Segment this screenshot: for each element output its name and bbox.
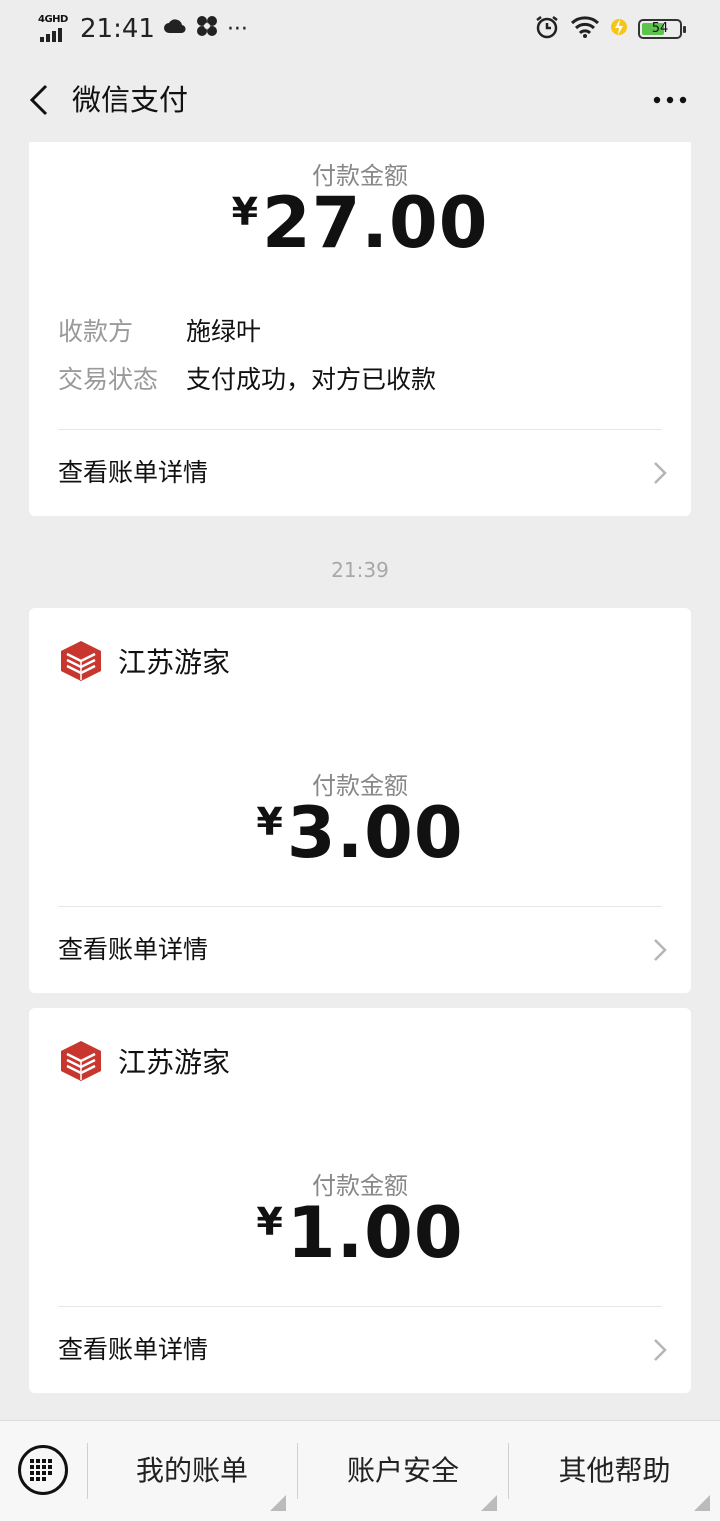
status-time: 21:41 bbox=[80, 14, 155, 44]
merchant-logo-icon bbox=[61, 641, 101, 681]
view-bill-details-link[interactable]: 查看账单详情 bbox=[29, 1307, 691, 1393]
status-value: 支付成功，对方已收款 bbox=[186, 365, 437, 394]
status-bar: 4GHD 21:41 ··· 54 bbox=[0, 0, 720, 58]
back-button[interactable] bbox=[22, 80, 62, 120]
amount-value: 27.00 bbox=[262, 182, 489, 264]
merchant-name: 江苏游家 bbox=[118, 1046, 231, 1079]
detail-link-label: 查看账单详情 bbox=[58, 935, 209, 964]
currency-symbol: ¥ bbox=[256, 1200, 283, 1244]
menu-account-security[interactable]: 账户安全 bbox=[298, 1421, 508, 1521]
cloud-icon bbox=[163, 16, 187, 42]
status-left: 4GHD 21:41 ··· bbox=[38, 10, 248, 48]
view-bill-details-link[interactable]: 查看账单详情 bbox=[29, 430, 691, 516]
message-timestamp: 21:39 bbox=[331, 558, 389, 582]
chevron-right-icon bbox=[654, 462, 667, 484]
detail-link-label: 查看账单详情 bbox=[58, 1335, 209, 1364]
alarm-icon bbox=[534, 14, 560, 44]
pinwheel-icon bbox=[195, 14, 219, 44]
payment-amount: ¥27.00 bbox=[29, 182, 691, 264]
more-button[interactable] bbox=[650, 80, 690, 120]
view-bill-details-link[interactable]: 查看账单详情 bbox=[29, 907, 691, 993]
payment-amount: ¥3.00 bbox=[29, 792, 691, 874]
amount-value: 3.00 bbox=[286, 792, 464, 874]
payment-card: 江苏游家 付款金额 ¥3.00 查看账单详情 bbox=[29, 608, 691, 993]
payee-row: 收款方 施绿叶 bbox=[58, 312, 261, 348]
charging-icon bbox=[610, 15, 628, 43]
payment-amount: ¥1.00 bbox=[29, 1192, 691, 1274]
more-dots-icon bbox=[653, 96, 687, 104]
chevron-right-icon bbox=[654, 939, 667, 961]
status-row: 交易状态 支付成功，对方已收款 bbox=[58, 360, 436, 396]
status-key: 交易状态 bbox=[58, 365, 159, 394]
currency-symbol: ¥ bbox=[231, 190, 259, 234]
currency-symbol: ¥ bbox=[256, 800, 283, 844]
keyboard-icon bbox=[30, 1459, 56, 1481]
payee-value: 施绿叶 bbox=[186, 317, 262, 346]
chevron-left-icon bbox=[29, 84, 48, 116]
merchant-header: 江苏游家 bbox=[58, 1034, 230, 1088]
network-type: 4GHD bbox=[38, 14, 68, 25]
nav-bar: 微信支付 bbox=[0, 58, 720, 142]
bottom-menu-bar: 我的账单 账户安全 其他帮助 bbox=[0, 1420, 720, 1521]
page-title: 微信支付 bbox=[72, 83, 189, 117]
payment-card: 付款金额 ¥27.00 收款方 施绿叶 交易状态 支付成功，对方已收款 查看账单… bbox=[29, 142, 691, 516]
merchant-name: 江苏游家 bbox=[118, 646, 231, 679]
keyboard-toggle-button[interactable] bbox=[18, 1445, 68, 1495]
merchant-logo-icon bbox=[61, 1041, 101, 1081]
submenu-indicator-icon bbox=[694, 1495, 710, 1511]
amount-value: 1.00 bbox=[286, 1192, 464, 1274]
battery-icon: 54 bbox=[638, 19, 686, 39]
submenu-indicator-icon bbox=[481, 1495, 497, 1511]
payment-card: 江苏游家 付款金额 ¥1.00 查看账单详情 bbox=[29, 1008, 691, 1393]
battery-level: 54 bbox=[651, 21, 669, 36]
cellular-signal-icon: 4GHD bbox=[38, 14, 72, 44]
wifi-icon bbox=[570, 15, 600, 43]
payee-key: 收款方 bbox=[58, 317, 134, 346]
submenu-indicator-icon bbox=[270, 1495, 286, 1511]
menu-my-bills[interactable]: 我的账单 bbox=[88, 1421, 296, 1521]
status-right: 54 bbox=[534, 12, 686, 46]
more-notifications-icon: ··· bbox=[226, 16, 248, 42]
merchant-header: 江苏游家 bbox=[58, 634, 230, 688]
chevron-right-icon bbox=[654, 1339, 667, 1361]
menu-other-help[interactable]: 其他帮助 bbox=[509, 1421, 720, 1521]
detail-link-label: 查看账单详情 bbox=[58, 458, 209, 487]
